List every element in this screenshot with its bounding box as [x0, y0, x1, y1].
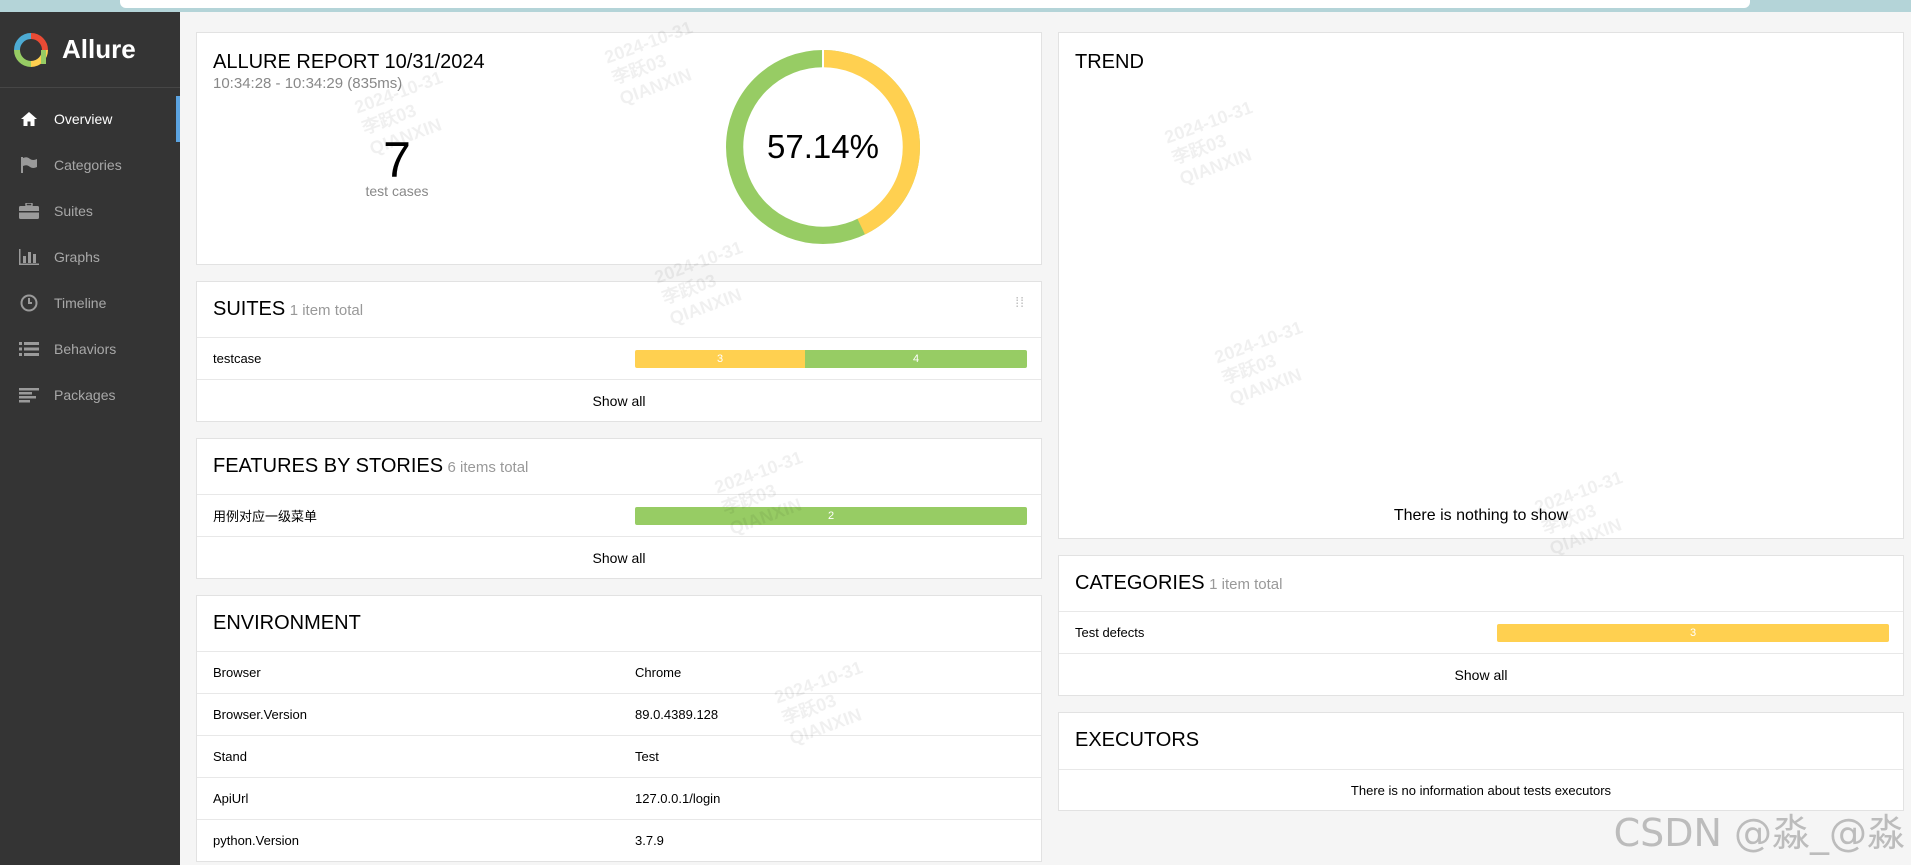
nav-item-categories[interactable]: Categories — [0, 142, 180, 188]
list-icon — [18, 339, 40, 359]
categories-widget: CATEGORIES 1 item total Test defects 3 S… — [1058, 555, 1904, 696]
browser-top-strip — [0, 0, 1911, 12]
report-time: 10:34:28 - 10:34:29 (835ms) — [213, 75, 403, 92]
nav-label: Timeline — [54, 295, 107, 311]
category-status-bar[interactable]: 3 — [1497, 623, 1889, 642]
env-value: Chrome — [635, 665, 682, 680]
executors-title: EXECUTORS — [1075, 729, 1200, 751]
env-row: ApiUrl 127.0.0.1/login — [197, 777, 1041, 819]
env-key: Stand — [213, 749, 247, 764]
nav-label: Graphs — [54, 249, 100, 265]
category-name: Test defects — [1075, 625, 1145, 640]
suites-title: SUITES — [213, 298, 286, 320]
categories-show-all-link[interactable]: Show all — [1059, 653, 1903, 695]
features-widget: FEATURES BY STORIES 6 items total 用例对应一级… — [196, 438, 1042, 579]
categories-title: CATEGORIES — [1075, 572, 1205, 594]
env-row: Stand Test — [197, 735, 1041, 777]
environment-title: ENVIRONMENT — [213, 612, 361, 634]
flag-icon — [18, 155, 40, 175]
nav-label: Suites — [54, 203, 93, 219]
env-value: Test — [635, 749, 659, 764]
suite-row[interactable]: testcase 3 4 — [197, 337, 1041, 379]
nav-item-timeline[interactable]: Timeline — [0, 280, 180, 326]
bar-passed-segment: 4 — [805, 349, 1027, 368]
trend-empty-message: There is nothing to show — [1393, 507, 1569, 524]
suites-show-all-link[interactable]: Show all — [197, 379, 1041, 421]
env-key: python.Version — [213, 833, 300, 848]
category-row[interactable]: Test defects 3 — [1059, 611, 1903, 653]
allure-logo-icon — [14, 32, 48, 67]
env-row: Browser Chrome — [197, 651, 1041, 693]
nav-item-behaviors[interactable]: Behaviors — [0, 326, 180, 372]
feature-status-bar[interactable]: 2 — [635, 506, 1027, 525]
bar-broken-segment: 3 — [635, 349, 805, 368]
categories-total: 1 item total — [1209, 576, 1283, 593]
executors-widget: EXECUTORS There is no information about … — [1058, 712, 1904, 811]
csdn-watermark: CSDN @淼_@淼 — [1613, 811, 1905, 855]
align-left-icon — [18, 385, 40, 405]
features-total: 6 items total — [447, 459, 529, 476]
suites-total: 1 item total — [289, 302, 364, 319]
home-icon — [18, 109, 40, 129]
env-value: 127.0.0.1/login — [635, 791, 721, 806]
briefcase-icon — [18, 201, 40, 221]
nav-item-packages[interactable]: Packages — [0, 372, 180, 418]
nav-item-overview[interactable]: Overview — [0, 96, 180, 142]
report-title: ALLURE REPORT 10/31/2024 — [213, 51, 485, 73]
suites-widget: SUITES 1 item total ⁞⁞ testcase 3 4 Show… — [196, 281, 1042, 422]
env-key: Browser — [213, 665, 261, 680]
nav-label: Overview — [54, 111, 113, 127]
nav-item-suites[interactable]: Suites — [0, 188, 180, 234]
address-bar[interactable] — [120, 0, 1750, 8]
feature-row[interactable]: 用例对应一级菜单 2 — [197, 494, 1041, 536]
suite-name: testcase — [213, 351, 262, 366]
app-name: Allure — [62, 34, 136, 64]
suite-status-bar[interactable]: 3 4 — [635, 349, 1027, 368]
drag-handle-icon[interactable]: ⁞⁞ — [1015, 295, 1025, 309]
features-show-all-link[interactable]: Show all — [197, 536, 1041, 578]
env-value: 3.7.9 — [635, 833, 664, 848]
test-case-count-label: test cases — [365, 183, 429, 199]
success-rate-percent: 57.14% — [767, 128, 879, 165]
trend-title: TREND — [1075, 51, 1144, 73]
env-row: python.Version 3.7.9 — [197, 819, 1041, 861]
summary-widget: ALLURE REPORT 10/31/2024 10:34:28 - 10:3… — [196, 32, 1042, 265]
features-title: FEATURES BY STORIES — [213, 455, 444, 477]
env-row: Browser.Version 89.0.4389.128 — [197, 693, 1041, 735]
nav-item-graphs[interactable]: Graphs — [0, 234, 180, 280]
env-key: Browser.Version — [213, 707, 307, 722]
nav-menu: Overview Categories Suites Graphs Timeli… — [0, 96, 180, 418]
feature-name: 用例对应一级菜单 — [213, 510, 318, 525]
bar-passed-segment: 2 — [635, 506, 1027, 525]
trend-widget: TREND There is nothing to show — [1058, 32, 1904, 539]
sidebar: Allure Overview Categories Suites Graphs — [0, 12, 180, 865]
clock-icon — [18, 293, 40, 313]
nav-label: Behaviors — [54, 341, 117, 357]
env-value: 89.0.4389.128 — [635, 707, 719, 722]
env-key: ApiUrl — [213, 791, 249, 806]
nav-label: Categories — [54, 157, 122, 173]
brand[interactable]: Allure — [0, 12, 180, 88]
bar-chart-icon — [18, 247, 40, 267]
environment-widget: ENVIRONMENT Browser Chrome Browser.Versi… — [196, 595, 1042, 862]
nav-label: Packages — [54, 387, 116, 403]
bar-broken-segment: 3 — [1497, 623, 1889, 642]
